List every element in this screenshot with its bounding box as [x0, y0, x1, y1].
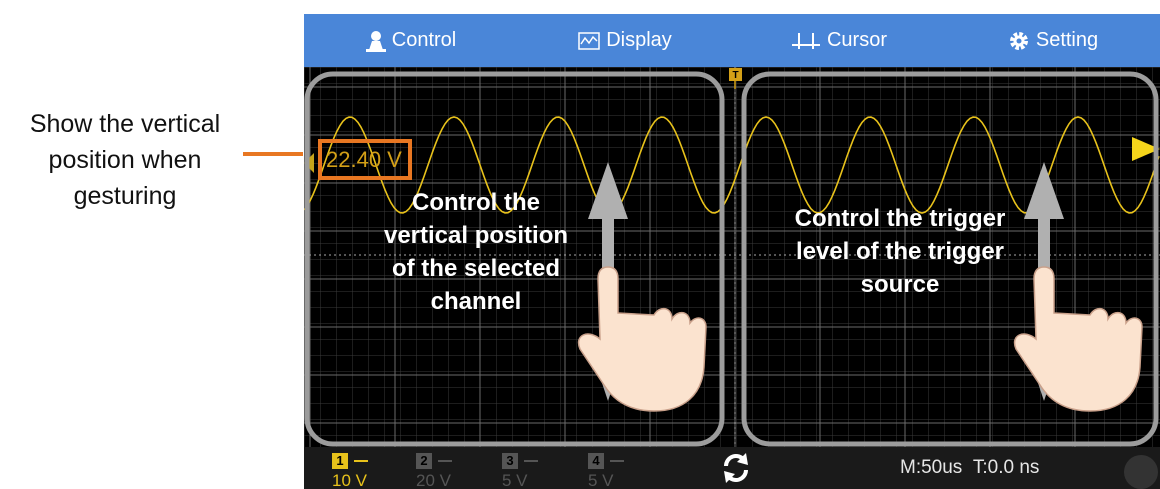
right-gesture-line-3: source — [860, 271, 940, 298]
menu-cursor-label: Cursor — [826, 29, 887, 51]
callout-line-1: Show the vertical — [29, 110, 221, 138]
vertical-position-readout: 22.40 V — [318, 139, 412, 180]
channel-3-volts: 5 V — [502, 471, 528, 489]
auto-refresh-icon[interactable] — [720, 451, 752, 485]
menu-control[interactable]: Control — [304, 29, 518, 52]
menu-setting[interactable]: Setting — [946, 29, 1160, 52]
timebase-readout: M:50us — [900, 457, 963, 478]
channel-2-volts: 20 V — [416, 471, 451, 489]
left-gesture-line-1: Control the — [412, 189, 540, 216]
callout-text: Show the vertical position when gesturin… — [0, 106, 250, 214]
right-gesture-line-1: Control the trigger — [794, 205, 1006, 232]
channel-3-indicator[interactable]: 3 5 V — [502, 451, 538, 489]
run-stop-button[interactable] — [1124, 455, 1158, 489]
left-gesture-line-2: vertical position — [383, 222, 569, 249]
gear-icon — [1009, 31, 1028, 50]
callout-line-2: position when — [48, 146, 202, 174]
status-readout: M:50us T:0.0 ns — [900, 457, 1039, 479]
channel-4-indicator[interactable]: 4 5 V — [588, 451, 624, 489]
right-gesture-description: Control the trigger level of the trigger… — [760, 202, 1040, 301]
callout-line-3: gesturing — [73, 182, 177, 210]
trigger-marker-label: T — [732, 70, 738, 81]
channel-4-number: 4 — [588, 453, 604, 469]
channel-1-number: 1 — [332, 453, 348, 469]
trigger-time-readout: T:0.0 ns — [972, 457, 1040, 478]
channel-2-number: 2 — [416, 453, 432, 469]
cursor-icon — [791, 32, 820, 49]
channel-2-indicator[interactable]: 2 20 V — [416, 451, 452, 489]
person-icon — [365, 30, 386, 52]
channel-4-volts: 5 V — [588, 471, 614, 489]
menu-setting-label: Setting — [1035, 29, 1099, 51]
left-gesture-description: Control the vertical position of the sel… — [356, 186, 596, 318]
channel-3-number: 3 — [502, 453, 518, 469]
top-menu-bar: Control Display Cursor Setting — [304, 14, 1160, 67]
menu-display-label: Display — [606, 29, 672, 51]
right-gesture-line-2: level of the trigger — [795, 238, 1005, 265]
menu-control-label: Control — [391, 29, 457, 51]
bottom-status-bar: 1 10 V 2 20 V 3 5 V 4 5 V M:50us T:0.0 n… — [304, 447, 1160, 489]
callout-pointer-line — [243, 152, 303, 156]
left-gesture-line-4: channel — [430, 288, 522, 315]
channel-1-indicator[interactable]: 1 10 V — [332, 451, 368, 489]
channel-1-volts: 10 V — [332, 471, 367, 489]
menu-display[interactable]: Display — [518, 29, 732, 52]
left-gesture-line-3: of the selected — [391, 255, 561, 282]
waveform-display-icon — [578, 31, 600, 50]
menu-cursor[interactable]: Cursor — [732, 29, 946, 52]
